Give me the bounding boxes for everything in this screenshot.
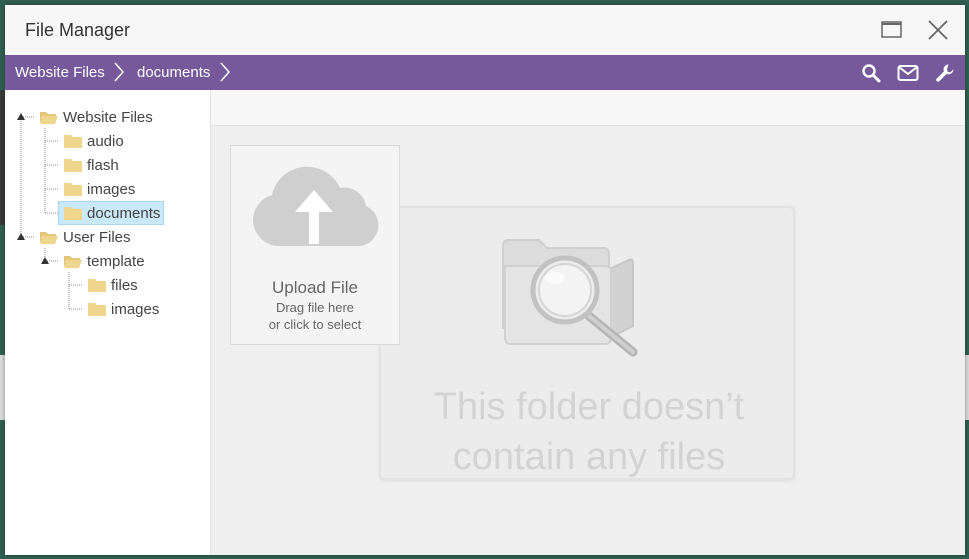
upload-line2: or click to select	[268, 317, 362, 332]
chevron-right-icon	[114, 62, 125, 82]
folder-open-icon	[64, 256, 82, 268]
tree-item-files[interactable]: files	[86, 274, 141, 296]
tree-item-label: images	[111, 300, 160, 318]
background-strip-right	[965, 355, 969, 420]
file-list-toolbar	[211, 90, 965, 126]
tree-item-label: flash	[87, 156, 119, 174]
folder-magnifier-icon	[502, 239, 638, 357]
tree-item-user-files[interactable]: User Files	[38, 226, 134, 248]
folder-tree: Website Files audio flash images documen…	[5, 90, 211, 555]
tree-item-label: documents	[87, 204, 161, 222]
upload-file-button[interactable]: Upload File Drag file here or click to s…	[230, 145, 400, 345]
empty-folder-message: This folder doesn’t contain any files	[379, 206, 795, 480]
tree-item-label: audio	[87, 132, 124, 150]
empty-folder-text: This folder doesn’t contain any files	[381, 382, 797, 482]
empty-folder-line2: contain any files	[452, 436, 726, 478]
breadcrumb: Website Files documents	[5, 55, 965, 90]
tree-item-template[interactable]: template	[62, 250, 148, 272]
folder-open-icon	[40, 112, 58, 124]
search-icon[interactable]	[861, 63, 881, 83]
close-icon[interactable]	[925, 17, 951, 43]
titlebar: File Manager	[5, 5, 965, 55]
empty-folder-line1: This folder doesn’t	[433, 386, 745, 428]
tree-item-label: User Files	[63, 228, 131, 246]
mail-icon[interactable]	[897, 63, 919, 83]
tree-item-images[interactable]: images	[62, 178, 138, 200]
maximize-icon[interactable]	[879, 17, 905, 43]
file-manager-dialog: File Manager Website Files documents Web…	[5, 5, 965, 555]
folder-icon	[88, 303, 106, 316]
tree-item-label: template	[87, 252, 145, 270]
tree-item-label: Website Files	[63, 108, 153, 126]
cloud-upload-icon	[253, 166, 379, 246]
folder-icon	[64, 207, 82, 220]
upload-line1: Drag file here	[275, 300, 355, 315]
folder-icon	[64, 135, 82, 148]
tree-item-website-files[interactable]: Website Files	[38, 106, 156, 128]
tree-item-template-images[interactable]: images	[86, 298, 162, 320]
folder-icon	[88, 279, 106, 292]
tree-item-audio[interactable]: audio	[62, 130, 127, 152]
tree-item-flash[interactable]: flash	[62, 154, 122, 176]
folder-open-icon	[40, 232, 58, 244]
chevron-right-icon	[220, 62, 231, 82]
tree-item-label: files	[111, 276, 138, 294]
breadcrumb-documents[interactable]: documents	[137, 64, 210, 81]
folder-icon	[64, 183, 82, 196]
wrench-icon[interactable]	[935, 63, 955, 83]
dialog-title: File Manager	[25, 20, 131, 40]
breadcrumb-website-files[interactable]: Website Files	[15, 64, 105, 81]
file-list-area: This folder doesn’t contain any files Up…	[211, 90, 965, 555]
tree-item-documents[interactable]: documents	[58, 201, 165, 225]
tree-item-label: images	[87, 180, 136, 198]
upload-title: Upload File	[272, 278, 358, 297]
folder-icon	[64, 159, 82, 172]
